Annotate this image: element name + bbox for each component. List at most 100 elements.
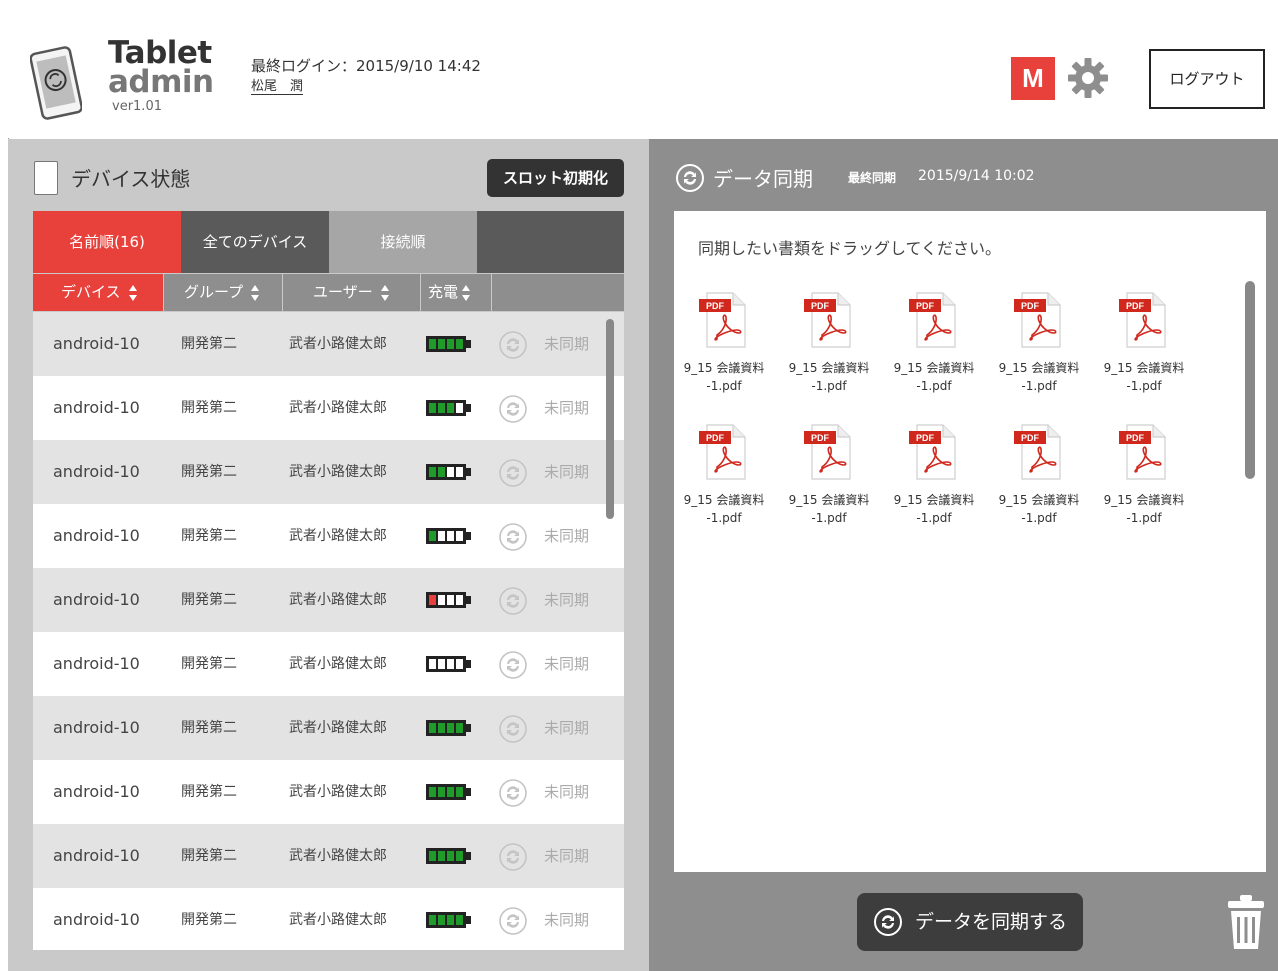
drop-hint-text: 同期したい書類をドラッグしてください。 bbox=[698, 239, 1002, 258]
pdf-file-icon: PDF bbox=[699, 292, 746, 348]
sync-icon[interactable] bbox=[498, 842, 528, 872]
device-list-scrollbar[interactable] bbox=[606, 319, 614, 519]
file-drop-area[interactable]: 同期したい書類をドラッグしてください。 PDF 9_15 会議資料 -1.pdf PD… bbox=[674, 211, 1266, 872]
column-user[interactable]: ユーザー bbox=[283, 274, 420, 311]
header: Tablet admin ver1.01 最終ログイン：2015/9/10 14… bbox=[8, 12, 1278, 138]
pdf-file[interactable]: PDF 9_15 会議資料 -1.pdf bbox=[884, 289, 984, 409]
file-name: 9_15 会議資料 -1.pdf bbox=[884, 491, 984, 527]
device-name: android-10 bbox=[53, 654, 140, 673]
user-name: 武者小路健太郎 bbox=[289, 656, 387, 672]
column-user-label: ユーザー bbox=[313, 283, 373, 301]
sync-data-button[interactable]: データを同期する bbox=[857, 893, 1083, 951]
user-name: 武者小路健太郎 bbox=[289, 720, 387, 736]
file-name-line2: -1.pdf bbox=[916, 511, 952, 525]
pdf-file-icon: PDF bbox=[804, 292, 851, 348]
column-group[interactable]: グループ bbox=[164, 274, 282, 311]
table-row[interactable]: android-10 開発第二 武者小路健太郎 未同期 bbox=[33, 440, 624, 504]
svg-text:PDF: PDF bbox=[1126, 433, 1145, 443]
svg-text:PDF: PDF bbox=[811, 301, 830, 311]
sync-icon[interactable] bbox=[498, 458, 528, 488]
pdf-file[interactable]: PDF 9_15 会議資料 -1.pdf bbox=[779, 289, 879, 409]
sync-icon[interactable] bbox=[498, 778, 528, 808]
column-charge-label: 充電 bbox=[428, 283, 459, 301]
pdf-file[interactable]: PDF 9_15 会議資料 -1.pdf bbox=[989, 289, 1089, 409]
group-name: 開発第二 bbox=[181, 656, 237, 672]
slot-reset-button[interactable]: スロット初期化 bbox=[487, 159, 624, 197]
table-row[interactable]: android-10 開発第二 武者小路健太郎 未同期 bbox=[33, 568, 624, 632]
file-name-line2: -1.pdf bbox=[811, 511, 847, 525]
svg-text:PDF: PDF bbox=[706, 301, 725, 311]
table-row[interactable]: android-10 開発第二 武者小路健太郎 未同期 bbox=[33, 888, 624, 950]
data-sync-title: データ同期 bbox=[713, 167, 813, 191]
sync-status: 未同期 bbox=[544, 591, 590, 609]
user-name: 武者小路健太郎 bbox=[289, 784, 387, 800]
table-row[interactable]: android-10 開発第二 武者小路健太郎 未同期 bbox=[33, 504, 624, 568]
table-row[interactable]: android-10 開発第二 武者小路健太郎 未同期 bbox=[33, 376, 624, 440]
battery-icon bbox=[426, 656, 471, 672]
pdf-file[interactable]: PDF 9_15 会議資料 -1.pdf bbox=[884, 421, 984, 541]
pdf-file[interactable]: PDF 9_15 会議資料 -1.pdf bbox=[779, 421, 879, 541]
app-version: ver1.01 bbox=[112, 99, 162, 114]
file-name-line2: -1.pdf bbox=[811, 379, 847, 393]
column-device[interactable]: デバイス bbox=[33, 274, 163, 311]
device-name: android-10 bbox=[53, 590, 140, 609]
group-name: 開発第二 bbox=[181, 720, 237, 736]
column-group-label: グループ bbox=[184, 283, 244, 301]
pdf-file[interactable]: PDF 9_15 会議資料 -1.pdf bbox=[1094, 421, 1194, 541]
sync-icon[interactable] bbox=[498, 906, 528, 936]
sync-icon[interactable] bbox=[498, 586, 528, 616]
column-charge[interactable]: 充電 bbox=[421, 274, 491, 311]
sync-icon[interactable] bbox=[498, 714, 528, 744]
pdf-file[interactable]: PDF 9_15 会議資料 -1.pdf bbox=[674, 421, 774, 541]
tab-all-devices[interactable]: 全てのデバイス bbox=[181, 211, 329, 273]
sync-icon[interactable] bbox=[498, 330, 528, 360]
table-row[interactable]: android-10 開発第二 武者小路健太郎 未同期 bbox=[33, 696, 624, 760]
file-name: 9_15 会議資料 -1.pdf bbox=[779, 359, 879, 395]
user-name: 武者小路健太郎 bbox=[289, 848, 387, 864]
file-list-scrollbar[interactable] bbox=[1245, 281, 1255, 479]
battery-icon bbox=[426, 784, 471, 800]
sync-status: 未同期 bbox=[544, 847, 590, 865]
svg-text:PDF: PDF bbox=[916, 433, 935, 443]
user-name: 武者小路健太郎 bbox=[289, 592, 387, 608]
device-name: android-10 bbox=[53, 398, 140, 417]
tab-connection-order[interactable]: 接続順 bbox=[329, 211, 477, 273]
pdf-file[interactable]: PDF 9_15 会議資料 -1.pdf bbox=[674, 289, 774, 409]
file-name-line1: 9_15 会議資料 bbox=[893, 493, 975, 507]
group-name: 開発第二 bbox=[181, 464, 237, 480]
file-name-line2: -1.pdf bbox=[1126, 379, 1162, 393]
battery-icon bbox=[426, 720, 471, 736]
table-row[interactable]: android-10 開発第二 武者小路健太郎 未同期 bbox=[33, 760, 624, 824]
table-row[interactable]: android-10 開発第二 武者小路健太郎 未同期 bbox=[33, 312, 624, 376]
m-button[interactable]: M bbox=[1011, 57, 1055, 100]
sync-icon[interactable] bbox=[498, 522, 528, 552]
svg-text:PDF: PDF bbox=[1021, 433, 1040, 443]
sync-icon[interactable] bbox=[498, 394, 528, 424]
pdf-file[interactable]: PDF 9_15 会議資料 -1.pdf bbox=[989, 421, 1089, 541]
sync-data-button-label: データを同期する bbox=[915, 911, 1068, 933]
gear-icon[interactable] bbox=[1066, 56, 1110, 100]
logout-button[interactable]: ログアウト bbox=[1149, 49, 1265, 109]
battery-icon bbox=[426, 912, 471, 928]
device-tabs: 名前順(16) 全てのデバイス 接続順 bbox=[33, 211, 624, 273]
sync-icon[interactable] bbox=[498, 650, 528, 680]
device-status-panel: デバイス状態 スロット初期化 名前順(16) 全てのデバイス 接続順 デバイス … bbox=[8, 139, 649, 971]
trash-icon[interactable] bbox=[1225, 893, 1267, 951]
user-name-link[interactable]: 松尾 潤 bbox=[251, 79, 304, 95]
tab-name-order[interactable]: 名前順(16) bbox=[33, 211, 181, 273]
table-row[interactable]: android-10 開発第二 武者小路健太郎 未同期 bbox=[33, 632, 624, 696]
pdf-file[interactable]: PDF 9_15 会議資料 -1.pdf bbox=[1094, 289, 1194, 409]
pdf-file-icon: PDF bbox=[699, 424, 746, 480]
svg-text:PDF: PDF bbox=[811, 433, 830, 443]
sync-icon bbox=[874, 908, 902, 936]
device-name: android-10 bbox=[53, 782, 140, 801]
data-sync-panel: データ同期 最終同期 2015/9/14 10:02 同期したい書類をドラッグし… bbox=[649, 139, 1278, 971]
group-name: 開発第二 bbox=[181, 528, 237, 544]
battery-icon bbox=[426, 400, 471, 416]
table-row[interactable]: android-10 開発第二 武者小路健太郎 未同期 bbox=[33, 824, 624, 888]
file-name: 9_15 会議資料 -1.pdf bbox=[674, 491, 774, 527]
pdf-file-icon: PDF bbox=[909, 292, 956, 348]
group-name: 開発第二 bbox=[181, 400, 237, 416]
svg-text:PDF: PDF bbox=[1021, 301, 1040, 311]
file-name-line1: 9_15 会議資料 bbox=[683, 493, 765, 507]
